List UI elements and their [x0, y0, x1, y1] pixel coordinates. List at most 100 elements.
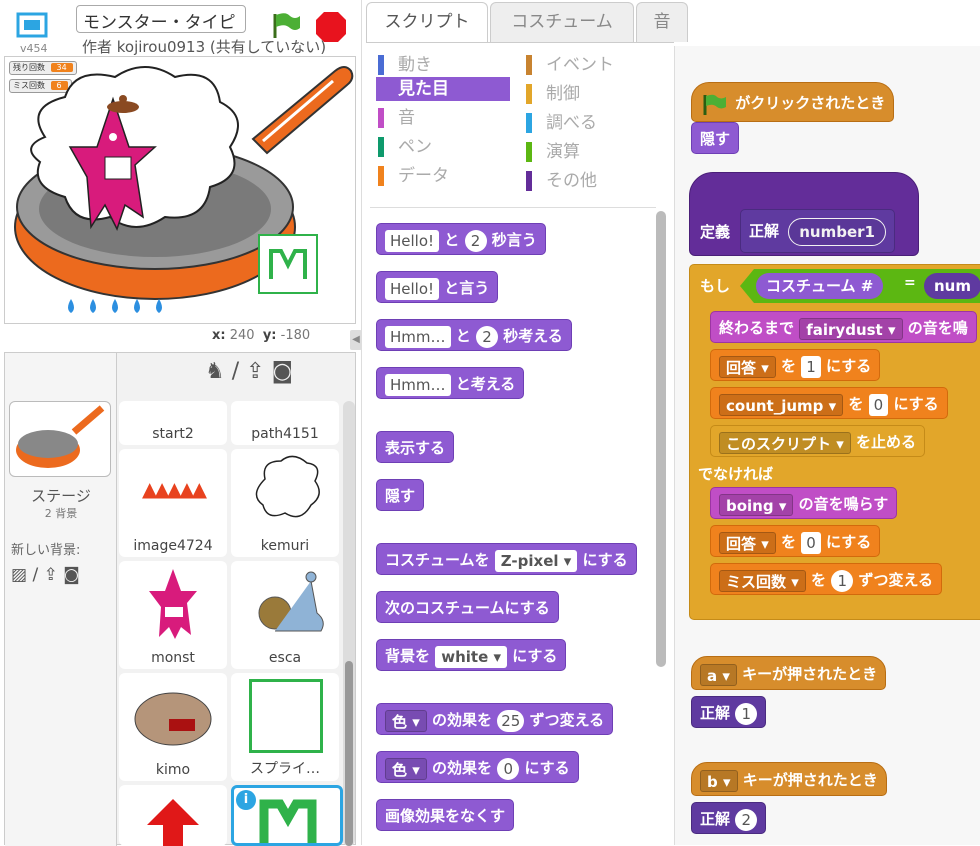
- when-key-pressed-hat[interactable]: b ▾ キーが押されたとき: [691, 762, 887, 796]
- mouse-coordinates: x: 240 y: -180: [212, 328, 311, 343]
- costume-dropdown[interactable]: Z-pixel ▾: [494, 549, 578, 572]
- when-key-pressed-hat[interactable]: a ▾ キーが押されたとき: [691, 656, 887, 690]
- change-effect-block[interactable]: 色 ▾ の効果を 25 ずつ変える: [376, 703, 614, 735]
- green-flag-icon: [703, 94, 726, 115]
- hide-block[interactable]: 隠す: [691, 122, 740, 154]
- sprite-thumb[interactable]: monst: [119, 561, 227, 669]
- stage-thumbnail[interactable]: [9, 401, 111, 477]
- tab-sounds[interactable]: 音: [636, 2, 688, 42]
- think-for-secs-block[interactable]: Hmm… と 2 秒考える: [376, 319, 572, 351]
- sprite-thumb-selected[interactable]: i: [231, 785, 343, 846]
- variable-dropdown[interactable]: ミス回数 ▾: [719, 569, 806, 592]
- call-proc-block[interactable]: 正解 2: [691, 802, 767, 834]
- clear-effects-block[interactable]: 画像効果をなくす: [376, 799, 515, 831]
- sprite-library-icon[interactable]: ♞: [205, 359, 225, 384]
- tab-costumes[interactable]: コスチューム: [490, 2, 634, 42]
- category-more[interactable]: その他: [524, 169, 664, 193]
- define-hat[interactable]: 定義 正解 number1: [689, 172, 919, 256]
- paintbrush-icon[interactable]: /: [232, 359, 239, 384]
- tab-scripts[interactable]: スクリプト: [366, 2, 488, 42]
- costume-number-reporter[interactable]: コスチューム #: [756, 273, 884, 299]
- when-flag-clicked-hat[interactable]: がクリックされたとき: [691, 82, 895, 122]
- stop-dropdown[interactable]: このスクリプト ▾: [719, 431, 851, 454]
- backdrop-dropdown[interactable]: white ▾: [435, 645, 508, 668]
- category-sound[interactable]: 音: [376, 106, 516, 130]
- define-label: 定義: [700, 223, 731, 241]
- sound-dropdown[interactable]: boing ▾: [719, 493, 794, 516]
- collapse-handle[interactable]: ◀: [350, 330, 362, 350]
- hide-block[interactable]: 隠す: [376, 479, 425, 511]
- switch-costume-block[interactable]: コスチュームを Z-pixel ▾ にする: [376, 543, 637, 575]
- stop-block[interactable]: このスクリプト ▾ を止める: [710, 425, 926, 457]
- sprite-thumb[interactable]: スプライ…: [231, 673, 339, 781]
- frying-pan-icon: [16, 405, 105, 468]
- think-block[interactable]: Hmm… と考える: [376, 367, 525, 399]
- project-title-input[interactable]: モンスター・タイピ: [76, 5, 246, 33]
- category-operators[interactable]: 演算: [524, 140, 664, 164]
- upload-icon[interactable]: ⇪: [44, 565, 58, 585]
- info-icon[interactable]: i: [236, 790, 256, 810]
- param-reporter[interactable]: number1: [788, 217, 886, 246]
- proc-prototype[interactable]: 正解 number1: [740, 209, 895, 253]
- sprite-thumb[interactable]: kemuri: [231, 449, 339, 557]
- if-else-block[interactable]: もし コスチューム # = num 終わるまで fairydust ▾ の音を鳴…: [689, 264, 980, 620]
- key-dropdown[interactable]: b ▾: [700, 769, 738, 792]
- category-control[interactable]: 制御: [524, 82, 664, 106]
- call-proc-block[interactable]: 正解 1: [691, 696, 767, 728]
- stage[interactable]: 残り回数 34 ミス回数 6: [4, 56, 356, 324]
- camera-icon[interactable]: ◙: [272, 359, 293, 384]
- stage-label: ステージ: [31, 487, 91, 505]
- set-effect-block[interactable]: 色 ▾ の効果を 0 にする: [376, 751, 579, 783]
- sprite-thumb[interactable]: ▲▲▲▲▲ image4724: [119, 449, 227, 557]
- dog-monster-icon: [134, 692, 212, 746]
- play-sound-block[interactable]: boing ▾ の音を鳴らす: [710, 487, 898, 519]
- switch-backdrop-block[interactable]: 背景を white ▾ にする: [376, 639, 567, 671]
- palette-scrollbar[interactable]: [656, 211, 666, 667]
- show-block[interactable]: 表示する: [376, 431, 455, 463]
- sprite-thumb[interactable]: kimo: [119, 673, 227, 781]
- backdrop-count: 2 背景: [44, 507, 78, 520]
- category-pen[interactable]: ペン: [376, 135, 516, 159]
- param-reporter[interactable]: num: [924, 273, 980, 299]
- variable-dropdown[interactable]: 回答 ▾: [719, 355, 776, 378]
- category-looks[interactable]: 見た目: [376, 77, 510, 101]
- category-list-left: 動き 見た目 音 ペン データ: [376, 53, 516, 188]
- next-costume-block[interactable]: 次のコスチュームにする: [376, 591, 559, 623]
- say-for-secs-block[interactable]: Hello! と 2 秒言う: [376, 223, 546, 255]
- if-label: もし: [700, 277, 731, 295]
- equals-label: =: [904, 275, 916, 291]
- category-sensing[interactable]: 調べる: [524, 111, 664, 135]
- upload-icon[interactable]: ⇪: [246, 359, 264, 384]
- empty-square-icon: [249, 679, 323, 753]
- sprite-thumb[interactable]: start2: [119, 401, 227, 445]
- sprite-pane: ステージ 2 背景 新しい背景: ▨ / ⇪ ◙ ♞ / ⇪ ◙ start2 …: [4, 352, 356, 846]
- sprite-thumb[interactable]: path4151: [231, 401, 339, 445]
- category-events[interactable]: イベント: [524, 53, 664, 77]
- variable-dropdown[interactable]: 回答 ▾: [719, 531, 776, 554]
- play-until-done-block[interactable]: 終わるまで fairydust ▾ の音を鳴: [710, 311, 977, 343]
- say-block[interactable]: Hello! と言う: [376, 271, 499, 303]
- camera-icon[interactable]: ◙: [63, 565, 80, 585]
- sound-dropdown[interactable]: fairydust ▾: [799, 317, 903, 340]
- condition-equals[interactable]: コスチューム # = num: [740, 269, 980, 303]
- set-variable-block[interactable]: count_jump ▾ を 0 にする: [710, 387, 948, 419]
- set-variable-block[interactable]: 回答 ▾ を 0 にする: [710, 525, 881, 557]
- key-dropdown[interactable]: a ▾: [700, 663, 737, 686]
- set-variable-block[interactable]: 回答 ▾ を 1 にする: [710, 349, 881, 381]
- effect-dropdown[interactable]: 色 ▾: [385, 709, 427, 732]
- sprite-thumb[interactable]: esca: [231, 561, 339, 669]
- variable-dropdown[interactable]: count_jump ▾: [719, 393, 844, 416]
- fullscreen-icon: [16, 12, 48, 38]
- image-icon[interactable]: ▨: [11, 565, 27, 585]
- else-label: でなければ: [698, 465, 774, 483]
- fullscreen-button[interactable]: [14, 10, 50, 44]
- sprite-scrollbar[interactable]: [343, 401, 355, 846]
- sprite-thumb[interactable]: [119, 785, 227, 846]
- change-variable-block[interactable]: ミス回数 ▾ を 1 ずつ変える: [710, 563, 943, 595]
- category-data[interactable]: データ: [376, 164, 516, 188]
- category-motion[interactable]: 動き: [376, 53, 516, 77]
- red-arrow-icon: [147, 799, 199, 846]
- effect-dropdown[interactable]: 色 ▾: [385, 757, 427, 780]
- scripts-area[interactable]: がクリックされたとき 隠す 定義 正解 number1 もし コスチューム # …: [674, 46, 980, 845]
- paintbrush-icon[interactable]: /: [32, 565, 38, 585]
